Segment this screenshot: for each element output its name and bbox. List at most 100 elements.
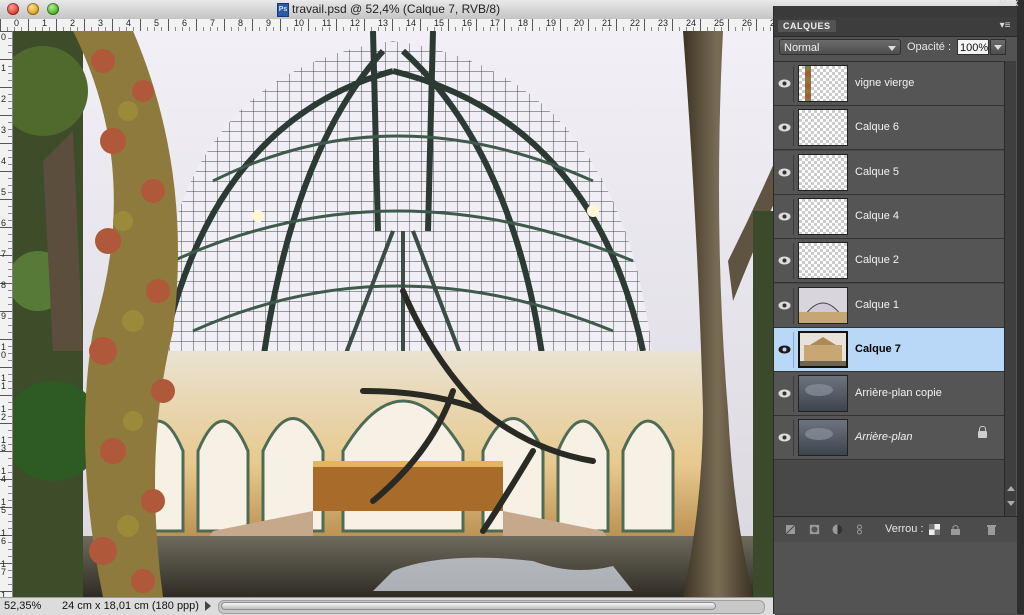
ruler-tick-label: 14 bbox=[406, 18, 417, 28]
eye-icon[interactable] bbox=[776, 420, 794, 457]
layer-thumbnail[interactable] bbox=[798, 109, 848, 147]
ruler-tick-label: 15 bbox=[434, 18, 445, 28]
layer-options: Normal Opacité : 100% bbox=[774, 37, 1017, 61]
adjustment-layer-icon[interactable] bbox=[832, 524, 843, 535]
layer-name[interactable]: Arrière-plan bbox=[855, 431, 912, 443]
vertical-ruler[interactable]: 01234567891 01 11 21 31 41 51 61 71 8 bbox=[0, 31, 13, 608]
lock-icon bbox=[978, 426, 987, 439]
eye-icon[interactable] bbox=[776, 243, 794, 280]
layer-row[interactable]: Arrière-plan bbox=[774, 416, 1004, 461]
layer-row[interactable]: Arrière-plan copie bbox=[774, 372, 1004, 417]
layer-name[interactable]: vigne vierge bbox=[855, 77, 914, 89]
layer-thumbnail[interactable] bbox=[798, 330, 848, 368]
layer-row[interactable]: Calque 5 bbox=[774, 150, 1004, 195]
panel-grip[interactable] bbox=[774, 6, 1017, 17]
ruler-tick-label: 19 bbox=[546, 18, 557, 28]
right-edge-strip bbox=[1016, 0, 1024, 614]
layer-row[interactable]: Calque 2 bbox=[774, 239, 1004, 284]
layer-row[interactable]: Calque 7 bbox=[774, 327, 1004, 372]
layer-row[interactable]: vigne vierge bbox=[774, 62, 1004, 106]
ruler-tick-label: 3 bbox=[1, 125, 7, 135]
ruler-tick-label: 1 2 bbox=[1, 404, 7, 422]
ruler-tick-label: 1 1 bbox=[1, 373, 7, 391]
ruler-tick-label: 8 bbox=[1, 280, 7, 290]
eye-icon[interactable] bbox=[776, 376, 794, 413]
layer-name[interactable]: Arrière-plan copie bbox=[855, 387, 942, 399]
ruler-tick-label: 22 bbox=[630, 18, 641, 28]
layer-name[interactable]: Calque 7 bbox=[855, 343, 901, 355]
document-info[interactable]: 24 cm x 18,01 cm (180 ppp) bbox=[62, 600, 199, 612]
ruler-tick-label: 11 bbox=[322, 18, 332, 28]
layer-row[interactable]: Calque 4 bbox=[774, 194, 1004, 239]
layer-name[interactable]: Calque 2 bbox=[855, 254, 899, 266]
lock-label: Verrou : bbox=[885, 523, 924, 535]
blend-mode-select[interactable]: Normal bbox=[779, 39, 901, 55]
layer-thumbnail[interactable] bbox=[798, 419, 848, 457]
status-menu-arrow-icon[interactable] bbox=[205, 601, 211, 611]
layers-vertical-scrollbar[interactable] bbox=[1004, 61, 1016, 516]
ruler-tick-label: 20 bbox=[574, 18, 585, 28]
horizontal-scrollbar[interactable] bbox=[218, 600, 765, 614]
ruler-tick-label: 1 7 bbox=[1, 559, 7, 577]
trash-icon[interactable] bbox=[986, 524, 997, 535]
adjacent-panel-label: Max bbox=[999, 0, 1019, 9]
layer-style-icon[interactable] bbox=[854, 524, 865, 535]
lock-all-icon[interactable] bbox=[950, 524, 961, 535]
document-canvas[interactable] bbox=[13, 31, 775, 597]
ruler-tick-label: 1 6 bbox=[1, 528, 7, 546]
ruler-tick-label: 9 bbox=[1, 311, 7, 321]
ruler-tick-label: 21 bbox=[602, 18, 613, 28]
eye-icon[interactable] bbox=[776, 198, 794, 235]
ruler-tick-label: 24 bbox=[686, 18, 697, 28]
ruler-tick-label: 3 bbox=[98, 18, 104, 28]
eye-icon[interactable] bbox=[776, 154, 794, 191]
link-layers-icon[interactable] bbox=[785, 524, 796, 535]
ruler-tick-label: 2 bbox=[1, 94, 7, 104]
ruler-tick-label: 0 bbox=[1, 32, 7, 42]
ruler-tick-label: 17 bbox=[490, 18, 501, 28]
layer-thumbnail[interactable] bbox=[798, 375, 848, 413]
layer-thumbnail[interactable] bbox=[798, 286, 848, 324]
ruler-tick-label: 23 bbox=[658, 18, 669, 28]
layer-row[interactable]: Calque 1 bbox=[774, 283, 1004, 328]
layer-name[interactable]: Calque 1 bbox=[855, 299, 899, 311]
panel-menu-icon[interactable]: ▾≡ bbox=[998, 21, 1012, 31]
panel-empty-area bbox=[774, 542, 1017, 614]
chevron-down-icon bbox=[888, 46, 896, 51]
opacity-dropdown-button[interactable] bbox=[990, 39, 1006, 55]
ruler-tick-label: 1 0 bbox=[1, 342, 7, 360]
ruler-tick-label: 1 4 bbox=[1, 466, 7, 484]
scroll-down-icon[interactable] bbox=[1007, 501, 1015, 506]
eye-icon[interactable] bbox=[776, 66, 794, 102]
ruler-tick-label: 2 bbox=[70, 18, 76, 28]
ruler-tick-label: 5 bbox=[154, 18, 160, 28]
add-layer-mask-icon[interactable] bbox=[809, 524, 820, 535]
horizontal-scroll-thumb[interactable] bbox=[221, 602, 716, 610]
tab-layers[interactable]: CALQUES bbox=[778, 20, 836, 32]
layer-thumbnail[interactable] bbox=[798, 197, 848, 235]
ruler-tick-label: 26 bbox=[742, 18, 753, 28]
eye-icon[interactable] bbox=[776, 287, 794, 324]
ruler-tick-label: 7 bbox=[1, 249, 7, 259]
eye-icon[interactable] bbox=[776, 110, 794, 147]
lock-transparency-icon[interactable] bbox=[929, 524, 940, 535]
ruler-tick-label: 18 bbox=[518, 18, 529, 28]
close-window-button[interactable] bbox=[7, 3, 19, 15]
zoom-level[interactable]: 52,35% bbox=[4, 600, 41, 612]
eye-icon[interactable] bbox=[776, 331, 794, 368]
layer-name[interactable]: Calque 5 bbox=[855, 166, 899, 178]
ruler-tick-label: 1 5 bbox=[1, 497, 7, 515]
opacity-input[interactable]: 100% bbox=[957, 39, 989, 55]
layer-thumbnail[interactable] bbox=[798, 242, 848, 280]
scroll-up-icon[interactable] bbox=[1007, 486, 1015, 491]
layer-row[interactable]: Calque 6 bbox=[774, 106, 1004, 151]
ruler-tick-label: 13 bbox=[378, 18, 389, 28]
status-bar: 52,35% 24 cm x 18,01 cm (180 ppp) bbox=[0, 597, 775, 615]
layer-thumbnail[interactable] bbox=[798, 153, 848, 191]
layer-name[interactable]: Calque 6 bbox=[855, 121, 899, 133]
ruler-tick-label: 0 bbox=[14, 18, 20, 28]
minimize-window-button[interactable] bbox=[27, 3, 39, 15]
layer-name[interactable]: Calque 4 bbox=[855, 210, 899, 222]
layer-thumbnail[interactable] bbox=[798, 65, 848, 102]
zoom-window-button[interactable] bbox=[47, 3, 59, 15]
